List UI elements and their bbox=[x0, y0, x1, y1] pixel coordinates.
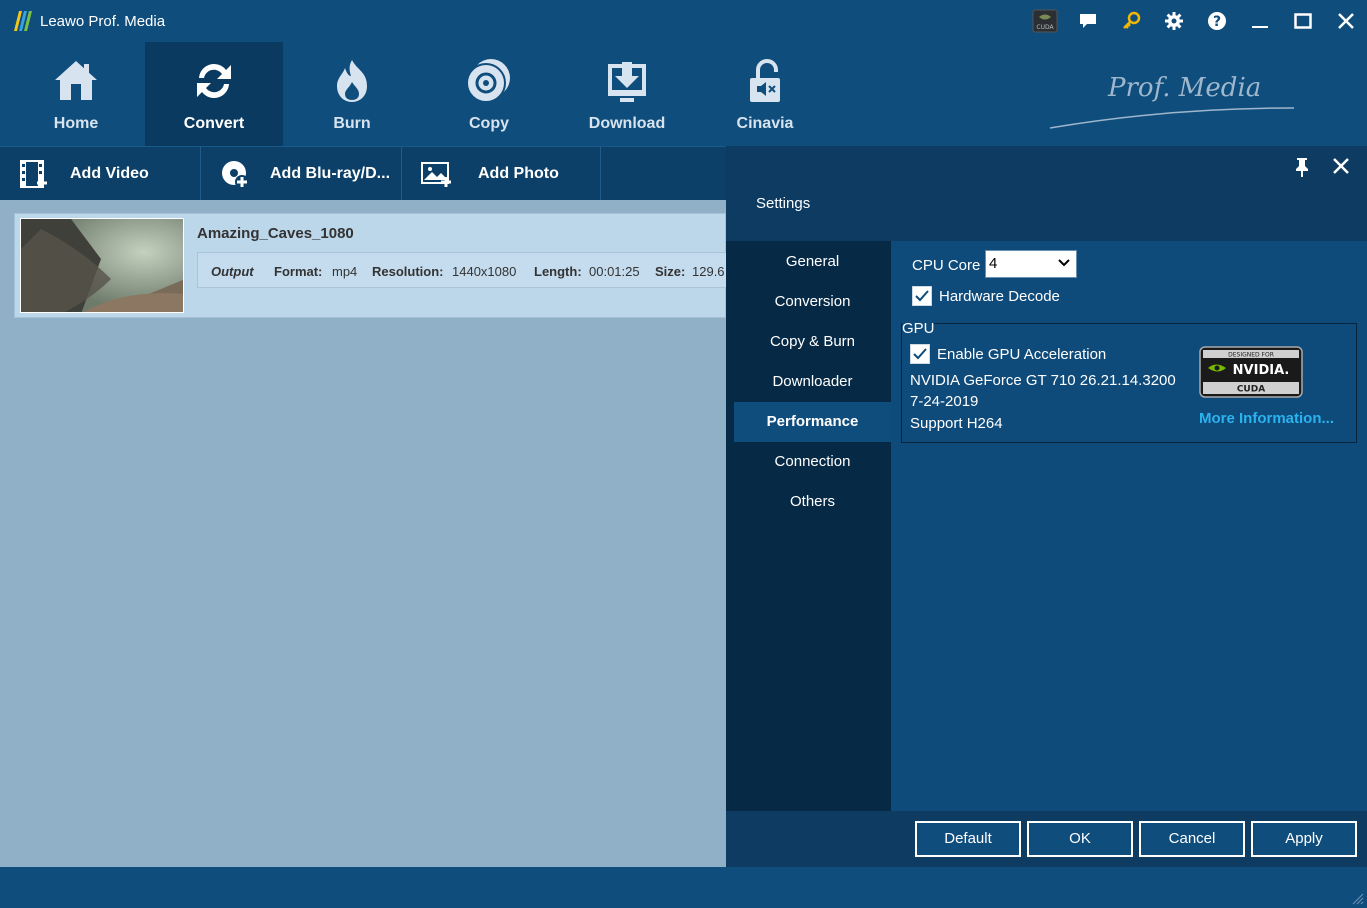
title-bar: Leawo Prof. Media CUDA ? bbox=[0, 0, 1367, 42]
nvidia-cuda-logo: DESIGNED FOR NVIDIA. CUDA bbox=[1199, 346, 1303, 398]
app-title: Leawo Prof. Media bbox=[40, 13, 166, 30]
nav-home-label: Home bbox=[53, 115, 99, 132]
app-logo-icon bbox=[14, 11, 32, 31]
convert-icon bbox=[197, 63, 231, 99]
menu-others[interactable]: Others bbox=[734, 482, 891, 522]
menu-downloader[interactable]: Downloader bbox=[734, 362, 891, 402]
menu-connection[interactable]: Connection bbox=[734, 442, 891, 482]
add-video-icon bbox=[20, 160, 47, 188]
list-item[interactable]: Amazing_Caves_1080 Output Format: mp4 Re… bbox=[14, 213, 737, 318]
cpu-core-value: 4 bbox=[989, 255, 998, 272]
nav-convert[interactable]: Convert bbox=[145, 42, 283, 146]
output-label: Output bbox=[211, 264, 254, 279]
add-bluray-label: Add Blu-ray/D... bbox=[270, 165, 391, 182]
settings-panel: Settings General Conversion Copy & Burn … bbox=[726, 146, 1367, 867]
hardware-decode-checkbox[interactable] bbox=[912, 286, 932, 306]
enable-gpu-label: Enable GPU Acceleration bbox=[937, 346, 1107, 363]
settings-menu: General Conversion Copy & Burn Downloade… bbox=[726, 241, 891, 811]
ok-button[interactable]: OK bbox=[1027, 821, 1133, 857]
gpu-group-label: GPU bbox=[902, 320, 935, 337]
cpu-core-label: CPU Core bbox=[912, 257, 981, 274]
nav-download-label: Download bbox=[588, 115, 666, 132]
apply-button[interactable]: Apply bbox=[1251, 821, 1357, 857]
toolbar: Add Video Add Blu-ray/D... Add Photo bbox=[0, 146, 726, 201]
size-label: Size: bbox=[655, 264, 686, 279]
nav-cinavia[interactable]: Cinavia bbox=[696, 42, 834, 146]
format-value: mp4 bbox=[332, 264, 358, 279]
cinavia-icon bbox=[750, 59, 780, 102]
resolution-label: Resolution: bbox=[372, 264, 444, 279]
resolution-value: 1440x1080 bbox=[452, 264, 517, 279]
more-information-link[interactable]: More Information... bbox=[1199, 410, 1334, 427]
copy-icon bbox=[466, 59, 510, 103]
menu-general[interactable]: General bbox=[734, 242, 891, 282]
close-settings-icon[interactable] bbox=[1332, 157, 1350, 175]
pin-icon[interactable] bbox=[1292, 156, 1312, 178]
resize-grip-icon[interactable] bbox=[1352, 893, 1364, 905]
cpu-core-select[interactable]: 4 bbox=[985, 250, 1077, 278]
maximize-icon[interactable] bbox=[1281, 0, 1324, 42]
add-video-button[interactable]: Add Video bbox=[0, 147, 201, 201]
add-video-label: Add Video bbox=[70, 165, 149, 182]
settings-footer: Default OK Cancel Apply bbox=[726, 811, 1367, 867]
hardware-decode-label: Hardware Decode bbox=[939, 288, 1060, 305]
settings-title: Settings bbox=[756, 195, 811, 212]
download-icon bbox=[608, 62, 646, 102]
svg-text:Prof. Media: Prof. Media bbox=[1107, 73, 1261, 103]
add-disc-icon bbox=[222, 161, 249, 189]
nav-burn-label: Burn bbox=[333, 115, 371, 132]
nav-download[interactable]: Download bbox=[558, 42, 696, 146]
close-icon[interactable] bbox=[1324, 0, 1367, 42]
performance-pane: CPU Core 4 Hardware Decode GPU Enable GP… bbox=[891, 241, 1367, 811]
home-icon bbox=[55, 61, 97, 100]
length-value: 00:01:25 bbox=[589, 264, 640, 279]
svg-text:NVIDIA.: NVIDIA. bbox=[1233, 363, 1290, 378]
menu-performance[interactable]: Performance bbox=[734, 402, 891, 442]
enable-gpu-checkbox[interactable] bbox=[910, 344, 930, 364]
svg-text:?: ? bbox=[1212, 14, 1220, 30]
size-value: 129.6 bbox=[692, 264, 725, 279]
nav-convert-label: Convert bbox=[183, 115, 245, 132]
svg-text:CUDA: CUDA bbox=[1237, 385, 1265, 395]
status-bar bbox=[0, 867, 1367, 908]
help-icon[interactable]: ? bbox=[1195, 0, 1238, 42]
video-title: Amazing_Caves_1080 bbox=[197, 225, 354, 242]
nav-cinavia-label: Cinavia bbox=[736, 115, 794, 132]
video-thumbnail bbox=[20, 218, 184, 313]
cancel-button[interactable]: Cancel bbox=[1139, 821, 1245, 857]
main-nav: Home Convert Burn Copy Download Cinavia … bbox=[0, 42, 1367, 146]
burn-icon bbox=[337, 60, 367, 102]
gpu-support: Support H264 bbox=[910, 415, 1003, 432]
checkmark-icon bbox=[913, 348, 927, 360]
gpu-name: NVIDIA GeForce GT 710 26.21.14.3200 bbox=[910, 372, 1176, 389]
length-label: Length: bbox=[534, 264, 582, 279]
nav-home[interactable]: Home bbox=[7, 42, 145, 146]
svg-text:CUDA: CUDA bbox=[1036, 24, 1054, 31]
gear-icon[interactable] bbox=[1152, 0, 1195, 42]
svg-text:DESIGNED FOR: DESIGNED FOR bbox=[1228, 352, 1274, 359]
feedback-icon[interactable] bbox=[1066, 0, 1109, 42]
add-photo-label: Add Photo bbox=[478, 165, 559, 182]
checkmark-icon bbox=[915, 290, 929, 302]
menu-conversion[interactable]: Conversion bbox=[734, 282, 891, 322]
minimize-icon[interactable] bbox=[1238, 0, 1281, 42]
nav-copy[interactable]: Copy bbox=[420, 42, 558, 146]
nav-copy-label: Copy bbox=[469, 115, 509, 132]
file-list: Amazing_Caves_1080 Output Format: mp4 Re… bbox=[0, 200, 737, 867]
menu-copy-burn[interactable]: Copy & Burn bbox=[734, 322, 891, 362]
chevron-down-icon bbox=[1058, 259, 1070, 267]
nav-burn[interactable]: Burn bbox=[283, 42, 421, 146]
gpu-driver-date: 7-24-2019 bbox=[910, 393, 979, 410]
format-label: Format: bbox=[274, 264, 323, 279]
add-photo-icon bbox=[421, 162, 451, 187]
key-icon[interactable] bbox=[1109, 0, 1152, 42]
output-info: Output Format: mp4 Resolution: 1440x1080… bbox=[197, 252, 737, 288]
default-button[interactable]: Default bbox=[915, 821, 1021, 857]
cuda-icon[interactable]: CUDA bbox=[1023, 0, 1066, 42]
add-photo-button[interactable]: Add Photo bbox=[402, 147, 601, 201]
add-bluray-button[interactable]: Add Blu-ray/D... bbox=[201, 147, 402, 201]
